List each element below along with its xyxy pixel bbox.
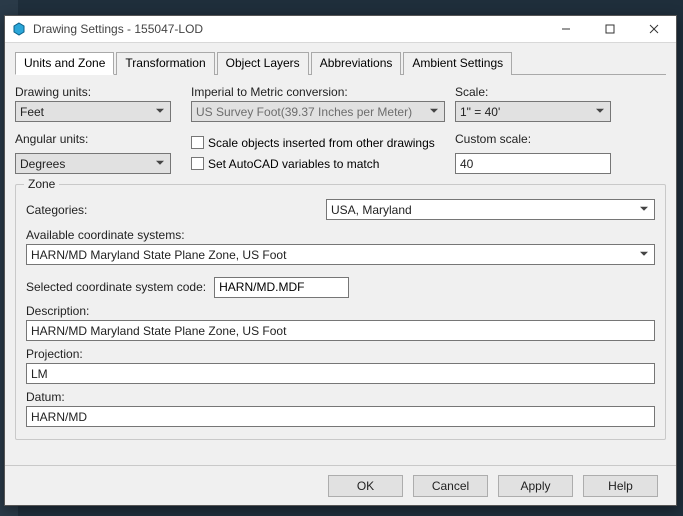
available-systems-label: Available coordinate systems: <box>26 228 655 242</box>
tab-object-layers[interactable]: Object Layers <box>217 52 309 75</box>
datum-label: Datum: <box>26 390 655 404</box>
checkbox-label: Scale objects inserted from other drawin… <box>208 136 435 150</box>
projection-field: LM <box>26 363 655 384</box>
checkbox-icon <box>191 136 204 149</box>
close-button[interactable] <box>632 16 676 42</box>
dialog-footer: OK Cancel Apply Help <box>5 465 676 505</box>
categories-select[interactable]: USA, Maryland <box>326 199 655 220</box>
app-icon <box>11 21 27 37</box>
dialog-body: Units and Zone Transformation Object Lay… <box>5 43 676 440</box>
angular-units-label: Angular units: <box>15 132 191 146</box>
scale-select[interactable]: 1" = 40' <box>455 101 611 122</box>
tab-strip: Units and Zone Transformation Object Lay… <box>15 51 666 75</box>
scale-label: Scale: <box>455 85 666 99</box>
tab-units-and-zone[interactable]: Units and Zone <box>15 52 114 75</box>
selected-code-label: Selected coordinate system code: <box>26 280 206 294</box>
help-button[interactable]: Help <box>583 475 658 497</box>
apply-button[interactable]: Apply <box>498 475 573 497</box>
tab-ambient-settings[interactable]: Ambient Settings <box>403 52 512 75</box>
drawing-units-select[interactable]: Feet <box>15 101 171 122</box>
set-acad-checkbox[interactable]: Set AutoCAD variables to match <box>191 153 455 174</box>
zone-group: Zone Categories: USA, Maryland Available… <box>15 184 666 440</box>
custom-scale-input[interactable]: 40 <box>455 153 611 174</box>
datum-field: HARN/MD <box>26 406 655 427</box>
available-systems-select[interactable]: HARN/MD Maryland State Plane Zone, US Fo… <box>26 244 655 265</box>
projection-label: Projection: <box>26 347 655 361</box>
description-label: Description: <box>26 304 655 318</box>
selected-code-input[interactable]: HARN/MD.MDF <box>214 277 349 298</box>
tab-abbreviations[interactable]: Abbreviations <box>311 52 402 75</box>
tab-label: Ambient Settings <box>412 56 503 70</box>
window-title: Drawing Settings - 155047-LOD <box>33 22 544 36</box>
tab-label: Object Layers <box>226 56 300 70</box>
description-field: HARN/MD Maryland State Plane Zone, US Fo… <box>26 320 655 341</box>
tab-label: Units and Zone <box>24 56 105 70</box>
scale-objects-checkbox[interactable]: Scale objects inserted from other drawin… <box>191 132 455 153</box>
cancel-button[interactable]: Cancel <box>413 475 488 497</box>
ok-button[interactable]: OK <box>328 475 403 497</box>
zone-title: Zone <box>24 177 59 191</box>
angular-units-select[interactable]: Degrees <box>15 153 171 174</box>
checkbox-icon <box>191 157 204 170</box>
titlebar[interactable]: Drawing Settings - 155047-LOD <box>5 16 676 43</box>
tab-transformation[interactable]: Transformation <box>116 52 214 75</box>
tab-label: Abbreviations <box>320 56 393 70</box>
drawing-units-label: Drawing units: <box>15 85 191 99</box>
categories-label: Categories: <box>26 203 326 217</box>
custom-scale-label: Custom scale: <box>455 132 666 146</box>
imperial-select[interactable]: US Survey Foot(39.37 Inches per Meter) <box>191 101 445 122</box>
drawing-settings-dialog: Drawing Settings - 155047-LOD Units and … <box>4 15 677 506</box>
minimize-button[interactable] <box>544 16 588 42</box>
tab-label: Transformation <box>125 56 205 70</box>
maximize-button[interactable] <box>588 16 632 42</box>
imperial-label: Imperial to Metric conversion: <box>191 85 455 99</box>
checkbox-label: Set AutoCAD variables to match <box>208 157 379 171</box>
